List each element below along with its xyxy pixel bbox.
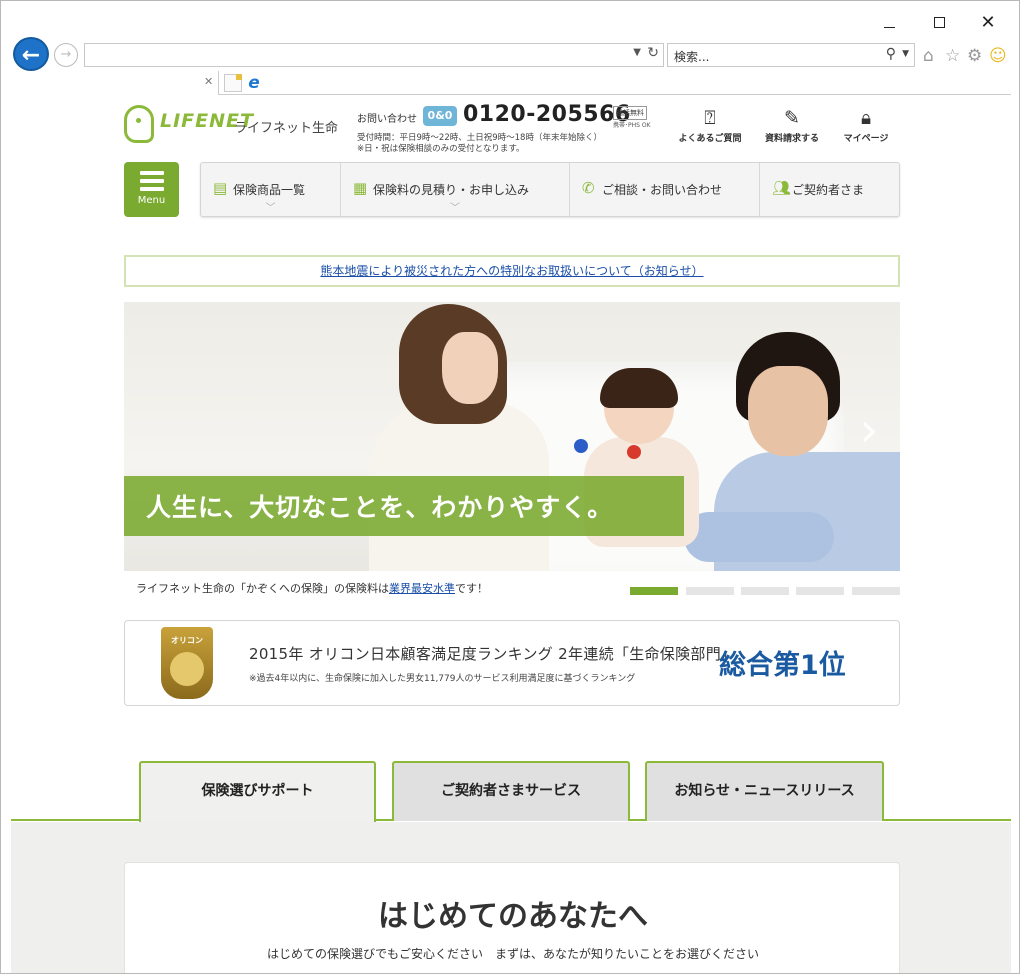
address-dropdown-icon[interactable]: ▼	[633, 47, 641, 58]
back-button[interactable]: ←	[13, 37, 49, 71]
smiley-feedback-icon[interactable]: ☺	[989, 46, 1007, 66]
browser-toolbar: ← → ▼ ↻ 検索... ⚲ ▼ ⌂ ☆ ⚙ ☺	[1, 37, 1019, 71]
award-banner[interactable]: オリコン 2015年 オリコン日本顧客満足度ランキング 2年連続「生命保険部門」…	[124, 620, 900, 706]
notice-banner: 熊本地震により被災された方への特別なお取扱いについて（お知らせ）	[124, 255, 900, 287]
mobile-ok-note: 携帯･PHS OK	[613, 122, 651, 129]
browser-tab[interactable]: ✕	[11, 71, 219, 95]
document-request-icon: ✎	[784, 107, 800, 129]
hero-figure-father-face	[748, 366, 828, 456]
carousel-dot-4[interactable]	[796, 587, 844, 595]
medal-text: オリコン	[171, 636, 203, 645]
carousel-dot-1[interactable]	[630, 587, 678, 595]
lock-icon: 🔒︎	[860, 107, 872, 129]
new-tab-button[interactable]	[224, 74, 242, 92]
nav-item-label: 保険料の見積り・お申し込み	[373, 183, 530, 197]
nav-item-label: ご契約者さま	[792, 183, 865, 197]
title-bar: ✕	[1, 1, 1019, 41]
nav-item-contact[interactable]: ✆ ご相談・お問い合わせ	[570, 163, 760, 216]
search-placeholder: 検索...	[674, 50, 710, 64]
section-tabs: 保険選びサポート ご契約者さまサービス お知らせ・ニュースリリース	[11, 761, 1011, 823]
contact-info: お問い合わせ 0&0 0120-205566 通話無料 携帯･PHS OK 受付…	[357, 102, 657, 155]
request-documents-link[interactable]: ✎ 資料請求する	[752, 105, 832, 151]
faq-link[interactable]: ⍰ よくあるご質問	[670, 105, 750, 151]
mypage-label: マイページ	[843, 134, 889, 144]
nav-item-policyholders[interactable]: 👥︎ ご契約者さま	[760, 163, 899, 216]
forward-button[interactable]: →	[54, 43, 78, 67]
close-button[interactable]: ✕	[973, 11, 1003, 35]
freedial-icon: 0&0	[423, 106, 457, 126]
hero-caption-text: ライフネット生命の「かぞくへの保険」の保険料は	[136, 582, 389, 595]
global-nav: ▤ 保険商品一覧 ﹀ ▦ 保険料の見積り・お申し込み ﹀ ✆ ご相談・お問い合わ…	[200, 162, 900, 217]
carousel-indicators	[630, 587, 900, 597]
contact-label: お問い合わせ	[357, 114, 417, 125]
award-headline: 2015年 オリコン日本顧客満足度ランキング 2年連続「生命保険部門」	[249, 645, 737, 663]
toy-ball-blue	[574, 439, 588, 453]
site-logo[interactable]: LIFENET ライフネット生命	[124, 105, 339, 145]
hamburger-icon	[139, 171, 164, 191]
business-hours-note: ※日・祝は保険相談のみの受付となります。	[357, 144, 525, 154]
hero-caption: ライフネット生命の「かぞくへの保険」の保険料は業界最安水準です！	[136, 580, 488, 596]
nav-item-quote[interactable]: ▦ 保険料の見積り・お申し込み ﹀	[341, 163, 570, 216]
maximize-button[interactable]	[924, 11, 954, 35]
tab-insurance-support[interactable]: 保険選びサポート	[139, 761, 376, 823]
minimize-icon	[883, 27, 895, 28]
menu-label: Menu	[137, 195, 166, 206]
home-icon[interactable]: ⌂	[923, 46, 934, 66]
refresh-icon[interactable]: ↻	[647, 45, 659, 61]
chevron-down-icon: ﹀	[265, 203, 276, 214]
hero-copy: 人生に、大切なことを、わかりやすく。	[146, 493, 614, 522]
oricon-medal-icon: オリコン	[161, 627, 213, 699]
address-bar[interactable]: ▼ ↻	[84, 43, 664, 67]
award-rank: 総合第1位	[719, 650, 846, 681]
award-footnote: ※過去4年以内に、生命保険に加入した男女11,779人のサービス利用満足度に基づ…	[249, 674, 636, 684]
page-viewport: LIFENET ライフネット生命 お問い合わせ 0&0 0120-205566 …	[11, 95, 1011, 973]
carousel-dot-2[interactable]	[686, 587, 734, 595]
nav-item-products[interactable]: ▤ 保険商品一覧 ﹀	[201, 163, 341, 216]
tab-close-icon[interactable]: ✕	[204, 75, 213, 88]
logo-japanese-name: ライフネット生命	[234, 121, 339, 136]
favorites-star-icon[interactable]: ☆	[945, 46, 960, 66]
phone-number[interactable]: 0120-205566	[463, 102, 631, 127]
lowest-price-link[interactable]: 業界最安水準	[389, 582, 455, 595]
search-icon[interactable]: ⚲	[886, 46, 896, 62]
medal-emblem	[170, 652, 204, 686]
notice-link[interactable]: 熊本地震により被災された方への特別なお取扱いについて（お知らせ）	[320, 264, 703, 278]
carousel-next-icon[interactable]: ›	[854, 402, 884, 462]
search-dropdown-icon[interactable]: ▼	[902, 49, 909, 59]
carousel-dot-5[interactable]	[852, 587, 900, 595]
tab-policyholder-services[interactable]: ご契約者さまサービス	[392, 761, 630, 821]
hero-caption-end: です！	[455, 582, 488, 595]
clipboard-icon: ▤	[213, 179, 228, 197]
browser-tab-strip: ✕ e	[11, 71, 1011, 95]
faq-label: よくあるご質問	[678, 134, 742, 144]
people-icon: 👥︎	[772, 179, 792, 197]
nav-item-label: ご相談・お問い合わせ	[602, 183, 723, 197]
carousel-dot-3[interactable]	[741, 587, 789, 595]
ie-logo-icon[interactable]: e	[244, 73, 264, 93]
question-bubble-icon: ⍰	[704, 107, 716, 129]
toy-ball-red	[627, 445, 641, 459]
panel-title: はじめてのあなたへ	[378, 899, 648, 934]
browser-window: ✕ ← → ▼ ↻ 検索... ⚲ ▼ ⌂ ☆ ⚙ ☺ ✕ e LIFENET …	[0, 0, 1020, 974]
search-input[interactable]: 検索... ⚲ ▼	[667, 43, 915, 67]
panel-subtitle: はじめての保険選びでもご安心ください まずは、あなたが知りたいことをお選びくださ…	[266, 947, 759, 961]
tab-news-releases[interactable]: お知らせ・ニュースリリース	[645, 761, 884, 821]
minimize-button[interactable]	[874, 11, 904, 35]
nav-item-label: 保険商品一覧	[233, 183, 306, 197]
toll-free-badge: 通話無料	[613, 106, 647, 120]
hero-figure-mother-face	[442, 332, 498, 404]
calculator-icon: ▦	[353, 179, 368, 197]
mypage-link[interactable]: 🔒︎ マイページ	[826, 105, 906, 151]
maximize-icon	[933, 17, 945, 28]
menu-button[interactable]: Menu	[124, 162, 179, 217]
hero-carousel: 人生に、大切なことを、わかりやすく。 ›	[124, 302, 900, 571]
logo-head-icon	[124, 105, 154, 143]
request-documents-label: 資料請求する	[764, 134, 819, 144]
hero-figure-father-arm	[684, 512, 834, 562]
phone-icon: ✆	[582, 179, 595, 197]
chevron-down-icon: ﹀	[450, 203, 460, 214]
hero-figure-baby-hair	[600, 368, 678, 408]
first-time-panel: はじめてのあなたへ はじめての保険選びでもご安心ください まずは、あなたが知りた…	[124, 862, 900, 973]
settings-gear-icon[interactable]: ⚙	[967, 46, 982, 66]
